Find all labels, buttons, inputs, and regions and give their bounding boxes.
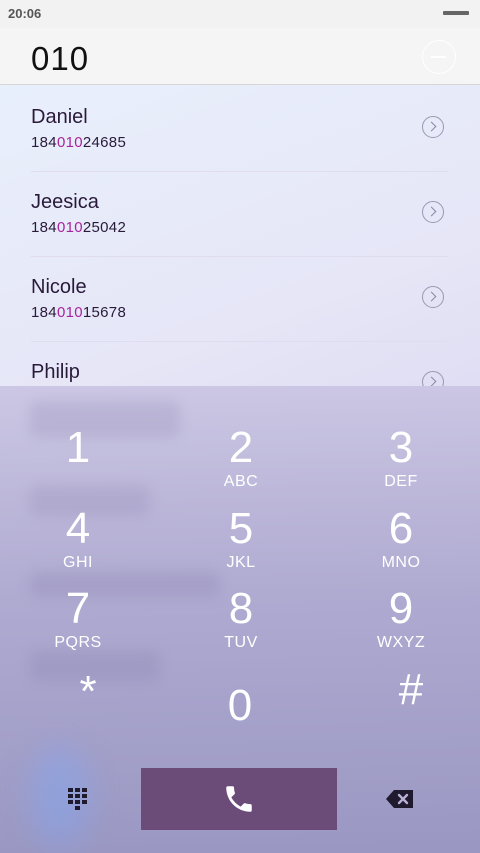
dial-pad: 1 2 ABC 3 DEF 4 GHI 5 JKL 6 MNO 7 PQRS 8 TUV 9W… <box>0 386 480 853</box>
key-8[interactable]: 8 TUV <box>181 587 301 653</box>
match-highlight: 010 <box>56 219 83 236</box>
contact-number: 18401025042 <box>31 219 127 236</box>
menu-indicator-icon <box>443 11 469 15</box>
key-hash[interactable]: # <box>351 668 471 712</box>
key-star[interactable]: * <box>28 670 148 714</box>
contact-number: 18401015678 <box>31 304 127 321</box>
status-bar: 20:06 <box>0 0 480 28</box>
contact-suggestions: Daniel 18401024685 Jeesica 18401025042 N… <box>0 86 480 386</box>
chevron-right-icon[interactable] <box>422 201 444 223</box>
chevron-right-icon[interactable] <box>422 371 444 386</box>
backspace-icon <box>386 790 413 808</box>
dialer-header: 010 <box>0 28 480 85</box>
contact-name: Daniel <box>31 106 88 128</box>
phone-icon <box>226 786 252 812</box>
dialpad-grid-icon <box>68 788 87 810</box>
contact-name: Philip <box>31 361 80 383</box>
key-2[interactable]: 2 ABC <box>181 426 301 492</box>
contact-item[interactable]: Daniel 18401024685 <box>31 86 448 172</box>
contact-name: Jeesica <box>31 191 99 213</box>
chevron-right-icon[interactable] <box>422 286 444 308</box>
contact-name: Nicole <box>31 276 87 298</box>
key-9[interactable]: 9 WXYZ <box>341 587 461 653</box>
key-3[interactable]: 3 DEF <box>341 426 461 492</box>
contact-item[interactable]: Jeesica 18401025042 <box>31 171 448 257</box>
contact-number: 18401024685 <box>31 134 127 151</box>
dialpad-toggle-button[interactable] <box>64 784 94 814</box>
match-highlight: 010 <box>56 304 83 321</box>
key-4[interactable]: 4 GHI <box>18 507 138 573</box>
clear-button[interactable] <box>422 40 456 74</box>
contact-item[interactable]: Nicole 18401015678 <box>31 256 448 342</box>
call-button[interactable] <box>141 768 337 830</box>
dialed-number: 010 <box>31 40 90 77</box>
key-1[interactable]: 1 <box>18 426 138 470</box>
chevron-right-icon[interactable] <box>422 116 444 138</box>
key-0[interactable]: 0 <box>180 684 300 728</box>
delete-button[interactable] <box>384 787 416 811</box>
status-time: 20:06 <box>8 6 42 21</box>
match-highlight: 010 <box>56 134 83 151</box>
key-6[interactable]: 6 MNO <box>341 507 461 573</box>
key-7[interactable]: 7 PQRS <box>18 587 138 653</box>
key-5[interactable]: 5 JKL <box>181 507 301 573</box>
contact-item[interactable]: Philip <box>31 341 448 386</box>
